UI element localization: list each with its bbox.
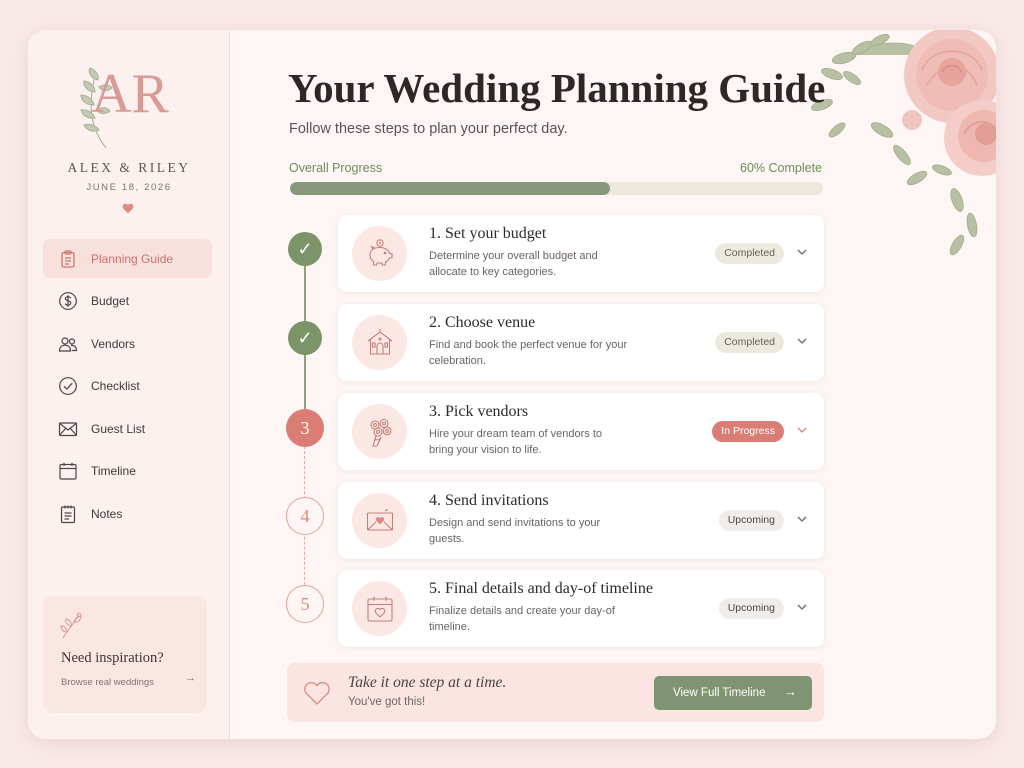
status-badge: Completed: [715, 243, 784, 264]
chevron-down-icon[interactable]: [796, 514, 808, 524]
browse-weddings-link[interactable]: Browse real weddings →: [61, 672, 196, 688]
page-title: Your Wedding Planning Guide: [288, 65, 826, 111]
chevron-down-icon[interactable]: [796, 336, 808, 346]
step-title: 2. Choose venue: [429, 314, 536, 331]
step-card-venue[interactable]: 2. Choose venue Find and book the perfec…: [338, 304, 824, 381]
step-description: Determine your overall budget and alloca…: [429, 250, 598, 278]
step-title: 1. Set your budget: [429, 225, 547, 242]
step-description: Hire your dream team of vendors to bring…: [429, 428, 603, 456]
progress-bar: [290, 182, 823, 195]
calendar-icon: [59, 462, 77, 480]
sidebar-item-label: Timeline: [91, 464, 136, 478]
step-title: 3. Pick vendors: [429, 403, 529, 420]
step-2-marker: ✓: [288, 321, 322, 355]
sidebar-item-checklist[interactable]: Checklist: [43, 367, 212, 406]
status-badge: In Progress: [712, 421, 784, 442]
status-badge: Completed: [715, 332, 784, 353]
sidebar-item-label: Budget: [91, 294, 130, 308]
step-3-marker: 3: [286, 409, 324, 447]
people-icon: [58, 336, 78, 352]
inspiration-card: Need inspiration? Browse real weddings →: [43, 596, 207, 713]
step-card-final-details[interactable]: 5. Final details and day-of timeline Fin…: [338, 570, 824, 647]
check-circle-icon: [59, 377, 77, 395]
sidebar-item-label: Notes: [91, 506, 123, 521]
step-card-invitations[interactable]: 4. Send invitations Design and send invi…: [338, 482, 824, 559]
calendar-heart-icon: [366, 596, 393, 622]
progress-fill: [290, 182, 610, 195]
sidebar-item-notes[interactable]: Notes: [43, 494, 212, 533]
sidebar-item-timeline[interactable]: Timeline: [43, 452, 212, 491]
step-card-vendors[interactable]: 3. Pick vendors Hire your dream team of …: [338, 393, 824, 470]
clipboard-icon: [61, 249, 75, 268]
couple-name: ALEX & RILEY: [67, 160, 191, 175]
sidebar-item-label: Planning Guide: [91, 251, 174, 266]
step-title: 4. Send invitations: [429, 492, 549, 509]
sidebar-item-label: Vendors: [91, 336, 136, 351]
step-description: Design and send invitations to your gues…: [429, 517, 601, 545]
step-description: Find and book the perfect venue for your…: [429, 339, 628, 367]
sidebar-item-guest-list[interactable]: Guest List: [43, 409, 212, 448]
chevron-down-icon[interactable]: [796, 247, 808, 257]
sidebar-item-vendors[interactable]: Vendors: [43, 324, 212, 363]
inspiration-title: Need inspiration?: [61, 650, 164, 666]
flower-sprig-icon: [60, 612, 82, 639]
encouragement-quote: Take it one step at a time.: [348, 674, 507, 691]
step-1-marker: ✓: [288, 232, 322, 266]
step-5-marker: 5: [286, 585, 324, 623]
encouragement-subtext: You've got this!: [348, 696, 426, 708]
step-icon-circle: [352, 315, 407, 370]
heart-icon: [122, 203, 134, 214]
arrow-right-icon: →: [185, 672, 196, 684]
progress-label: Overall Progress: [289, 161, 383, 175]
notepad-icon: [60, 505, 76, 523]
status-badge: Upcoming: [718, 598, 784, 619]
step-icon-circle: [352, 581, 407, 636]
wedding-date: JUNE 18, 2026: [86, 182, 172, 193]
chevron-down-icon[interactable]: [796, 602, 808, 612]
heart-outline-icon: [304, 681, 330, 705]
view-full-timeline-button[interactable]: View Full Timeline →: [654, 676, 812, 710]
arrow-right-icon: →: [784, 684, 797, 699]
svg-text:AR: AR: [91, 63, 169, 125]
sidebar-item-budget[interactable]: Budget: [43, 282, 212, 321]
step-icon-circle: [352, 404, 407, 459]
step-icon-circle: [352, 493, 407, 548]
browse-weddings-label: Browse real weddings: [61, 677, 154, 688]
page-subtitle: Follow these steps to plan your perfect …: [289, 121, 568, 137]
sidebar-item-label: Checklist: [91, 379, 140, 393]
encouragement-banner: Take it one step at a time. You've got t…: [287, 663, 824, 722]
bouquet-icon: [369, 418, 391, 447]
status-badge: Upcoming: [718, 510, 784, 531]
step-card-budget[interactable]: 1. Set your budget Determine your overal…: [338, 215, 824, 292]
piggy-bank-icon: [368, 238, 393, 266]
envelope-icon: [58, 421, 78, 436]
sidebar: AR ALEX & RILEY JUNE 18, 2026 Planning G…: [28, 30, 230, 739]
step-4-marker: 4: [286, 497, 324, 535]
chevron-down-icon[interactable]: [796, 425, 808, 435]
step-title: 5. Final details and day-of timeline: [429, 580, 653, 597]
step-icon-circle: [352, 226, 407, 281]
app-card: AR ALEX & RILEY JUNE 18, 2026 Planning G…: [28, 30, 996, 739]
dollar-icon: [59, 292, 77, 310]
invitation-icon: [366, 508, 393, 531]
monogram-logo: AR: [80, 63, 170, 149]
venue-icon: [367, 328, 392, 355]
sidebar-item-planning-guide[interactable]: Planning Guide: [43, 239, 212, 278]
sidebar-nav: Planning Guide Budget Vendors Checklist …: [43, 239, 212, 537]
progress-percent: 60% Complete: [740, 161, 822, 175]
cta-label: View Full Timeline: [673, 687, 766, 699]
step-description: Finalize details and create your day-of …: [429, 605, 615, 633]
sidebar-item-label: Guest List: [91, 421, 146, 436]
